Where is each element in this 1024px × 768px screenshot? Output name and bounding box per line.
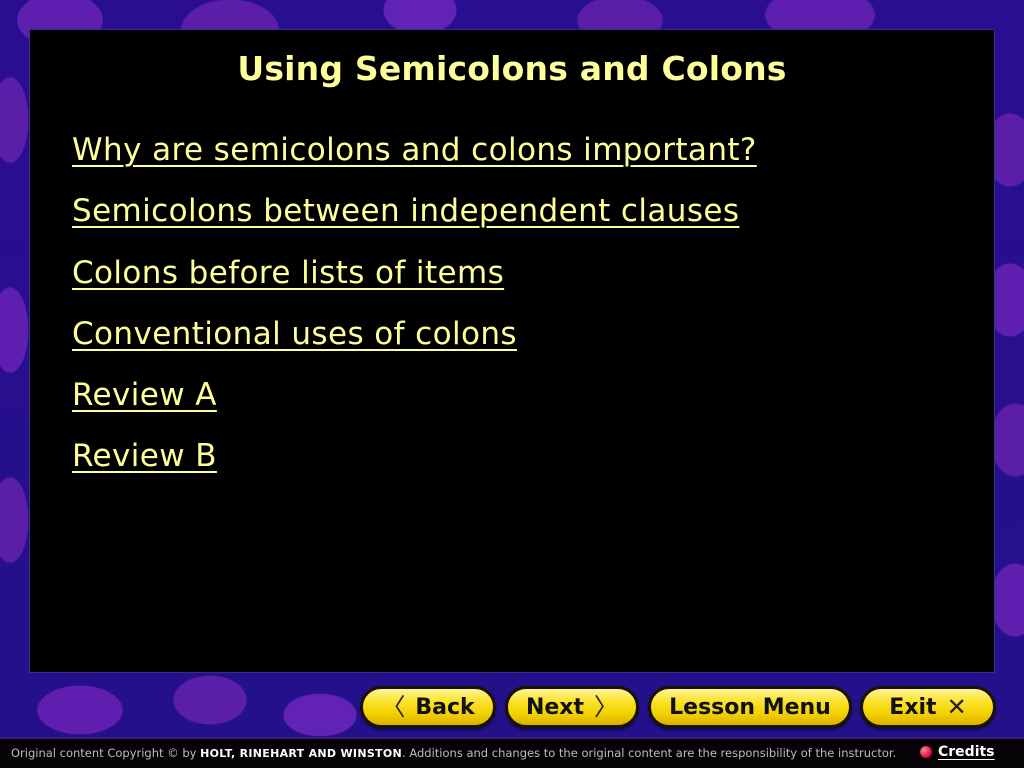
credits-link[interactable]: Credits xyxy=(920,744,995,760)
red-dot-icon xyxy=(920,746,932,758)
copyright-prefix: Original content Copyright © by xyxy=(11,746,197,760)
link-review-a[interactable]: Review A xyxy=(72,373,217,417)
link-conventional-uses[interactable]: Conventional uses of colons xyxy=(72,312,517,356)
topic-link-list: Why are semicolons and colons important?… xyxy=(72,128,757,496)
link-semicolons-independent-clauses[interactable]: Semicolons between independent clauses xyxy=(72,189,739,233)
link-colons-before-lists[interactable]: Colons before lists of items xyxy=(72,251,504,295)
list-item: Conventional uses of colons xyxy=(72,312,757,373)
list-item: Review A xyxy=(72,373,757,434)
list-item: Colons before lists of items xyxy=(72,251,757,312)
slide-title: Using Semicolons and Colons xyxy=(237,49,787,88)
list-item: Review B xyxy=(72,434,757,495)
list-item: Semicolons between independent clauses xyxy=(72,189,757,250)
lesson-menu-button-label: Lesson Menu xyxy=(669,694,831,720)
exit-button[interactable]: Exit ✕ xyxy=(860,686,996,728)
back-button-label: Back xyxy=(415,694,475,720)
publisher-name: HOLT, RINEHART AND WINSTON xyxy=(200,747,403,760)
list-item: Why are semicolons and colons important? xyxy=(72,128,757,189)
copyright-notice: Original content Copyright © by HOLT, RI… xyxy=(11,746,896,760)
footer-bar: Original content Copyright © by HOLT, RI… xyxy=(0,737,1024,768)
back-button[interactable]: 〈 Back xyxy=(360,686,496,728)
chevron-left-icon: 〈 xyxy=(381,693,406,721)
next-button-label: Next xyxy=(525,694,585,720)
exit-button-label: Exit xyxy=(889,694,937,720)
lesson-menu-button[interactable]: Lesson Menu xyxy=(648,686,852,728)
credits-label: Credits xyxy=(938,744,995,760)
close-icon: ✕ xyxy=(946,693,967,721)
copyright-suffix: . Additions and changes to the original … xyxy=(402,746,897,760)
chevron-right-icon: 〉 xyxy=(594,693,619,721)
next-button[interactable]: Next 〉 xyxy=(505,686,639,728)
link-why-important[interactable]: Why are semicolons and colons important? xyxy=(72,128,757,172)
link-review-b[interactable]: Review B xyxy=(72,434,217,478)
